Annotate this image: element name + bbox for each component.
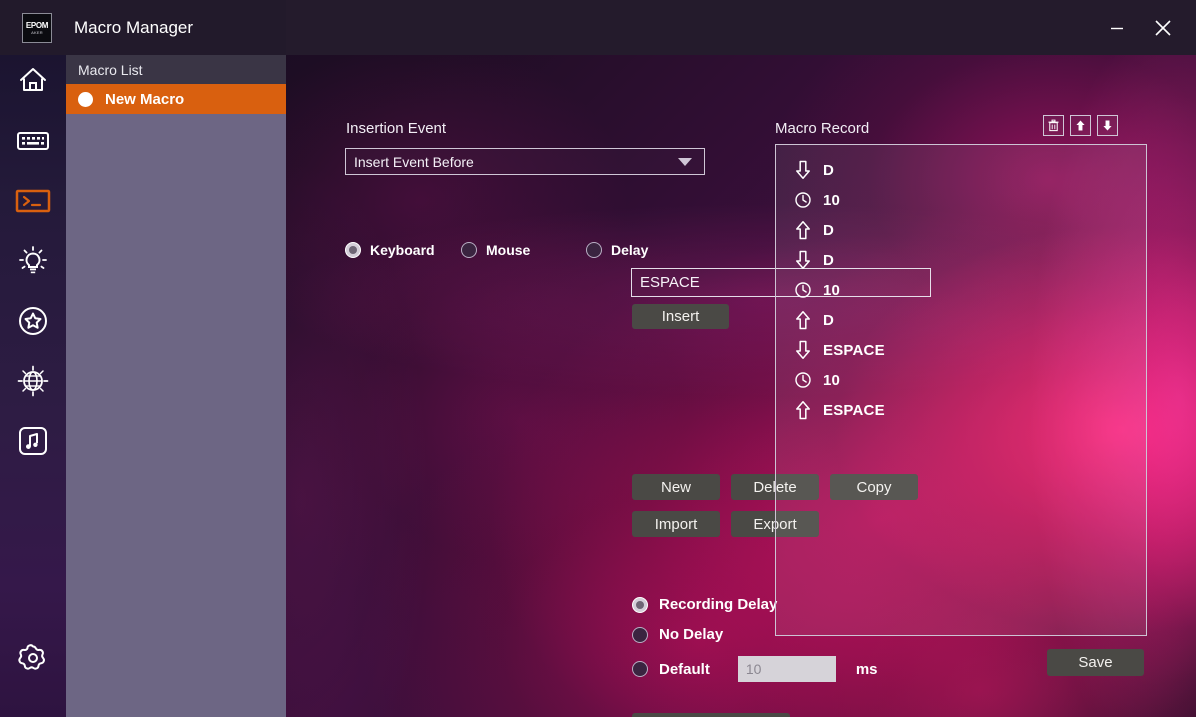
macro-record-toolbar	[1043, 115, 1118, 136]
radio-default-delay-row: Default ms	[632, 656, 878, 682]
default-delay-input[interactable]	[738, 656, 836, 682]
import-button[interactable]: Import	[632, 511, 720, 537]
save-button[interactable]: Save	[1047, 649, 1144, 676]
radio-delay-indicator	[586, 242, 602, 258]
key-up-icon	[793, 400, 813, 420]
macro-list-panel: Macro List New Macro	[66, 55, 286, 717]
macro-record-row-text: 10	[823, 282, 840, 299]
key-up-icon	[793, 310, 813, 330]
macro-manager-window: EPOM AKER Macro Manager	[0, 0, 1196, 717]
macro-record-row[interactable]: D	[776, 305, 1146, 335]
move-down-button[interactable]	[1097, 115, 1118, 136]
sidebar-item-lighting[interactable]	[10, 238, 56, 284]
globe-icon	[16, 364, 50, 398]
record-button[interactable]: Record	[632, 713, 790, 717]
key-down-icon	[793, 340, 813, 360]
keyboard-icon	[16, 128, 50, 154]
macro-record-row-text: D	[823, 162, 834, 179]
radio-mouse-label: Mouse	[486, 242, 530, 258]
title-bar-brand-area: EPOM AKER Macro Manager	[0, 0, 286, 55]
logo-secondary-text: AKER	[31, 30, 43, 35]
music-note-icon	[17, 425, 49, 457]
macro-record-row[interactable]: 10	[776, 275, 1146, 305]
radio-recording-delay-indicator	[632, 597, 648, 613]
macro-record-row[interactable]: 10	[776, 185, 1146, 215]
radio-delay-label: Delay	[611, 242, 648, 258]
record-dot-icon	[78, 92, 93, 107]
terminal-icon	[15, 188, 51, 214]
radio-mouse-indicator	[461, 242, 477, 258]
home-icon	[16, 63, 50, 97]
sidebar-item-music[interactable]	[10, 418, 56, 464]
minimize-icon	[1108, 19, 1126, 37]
sidebar-item-global[interactable]	[10, 358, 56, 404]
clock-icon	[793, 190, 813, 210]
macro-record-row[interactable]: D	[776, 245, 1146, 275]
main-content: Insertion Event Insert Event Before Keyb…	[286, 55, 1196, 717]
arrow-down-icon	[1101, 119, 1114, 132]
key-up-icon	[793, 220, 813, 240]
star-badge-icon	[16, 304, 50, 338]
radio-default-delay-label: Default	[659, 661, 710, 678]
epomaker-logo: EPOM AKER	[22, 13, 52, 43]
macro-record-title: Macro Record	[775, 120, 869, 137]
sidebar-item-settings[interactable]	[10, 635, 56, 681]
macro-record-row-text: D	[823, 312, 834, 329]
lightbulb-icon	[16, 244, 50, 278]
key-down-icon	[793, 160, 813, 180]
radio-delay[interactable]: Delay	[586, 242, 648, 258]
logo-primary-text: EPOM	[26, 21, 48, 30]
radio-recording-delay-label: Recording Delay	[659, 596, 777, 613]
move-up-button[interactable]	[1070, 115, 1091, 136]
macro-record-row[interactable]: ESPACE	[776, 335, 1146, 365]
macro-list-item-new-macro[interactable]: New Macro	[66, 84, 286, 114]
macro-record-row-text: 10	[823, 372, 840, 389]
event-type-radio-group: Keyboard Mouse Delay	[345, 242, 745, 258]
radio-keyboard[interactable]: Keyboard	[345, 242, 461, 258]
clock-icon	[793, 370, 813, 390]
insertion-event-title: Insertion Event	[346, 120, 446, 137]
macro-record-row-text: 10	[823, 192, 840, 209]
macro-record-row[interactable]: 10	[776, 365, 1146, 395]
window-controls	[1098, 0, 1196, 55]
sidebar-item-keyboard[interactable]	[10, 118, 56, 164]
title-bar: EPOM AKER Macro Manager	[0, 0, 1196, 55]
macro-record-row-text: ESPACE	[823, 342, 885, 359]
macro-record-row[interactable]: D	[776, 155, 1146, 185]
close-button[interactable]	[1144, 9, 1182, 47]
radio-keyboard-indicator	[345, 242, 361, 258]
trash-icon	[1047, 119, 1060, 132]
clock-icon	[793, 280, 813, 300]
app-title: Macro Manager	[74, 18, 193, 38]
radio-no-delay-indicator	[632, 627, 648, 643]
macro-record-row-text: ESPACE	[823, 402, 885, 419]
insertion-event-select[interactable]: Insert Event Before	[345, 148, 705, 175]
insertion-event-select-value: Insert Event Before	[354, 154, 678, 170]
macro-record-row[interactable]: D	[776, 215, 1146, 245]
sidebar-item-home[interactable]	[10, 57, 56, 103]
macro-record-row[interactable]: ESPACE	[776, 395, 1146, 425]
radio-keyboard-label: Keyboard	[370, 242, 435, 258]
radio-mouse[interactable]: Mouse	[461, 242, 586, 258]
radio-default-delay-indicator[interactable]	[632, 661, 648, 677]
minimize-button[interactable]	[1098, 9, 1136, 47]
sidebar-item-favorites[interactable]	[10, 298, 56, 344]
macro-record-list[interactable]: D 10 D	[775, 144, 1147, 636]
macro-record-row-text: D	[823, 252, 834, 269]
ms-unit-label: ms	[856, 661, 878, 678]
macro-list-item-label: New Macro	[105, 91, 184, 108]
sidebar-item-macro[interactable]	[10, 178, 56, 224]
macro-record-row-text: D	[823, 222, 834, 239]
radio-no-delay-label: No Delay	[659, 626, 723, 643]
insert-button[interactable]: Insert	[632, 304, 729, 329]
chevron-down-icon	[678, 158, 692, 166]
key-down-icon	[793, 250, 813, 270]
close-icon	[1152, 17, 1174, 39]
delete-event-button[interactable]	[1043, 115, 1064, 136]
macro-list-header: Macro List	[66, 55, 286, 84]
new-button[interactable]: New	[632, 474, 720, 500]
gear-icon	[16, 641, 50, 675]
arrow-up-icon	[1074, 119, 1087, 132]
sidebar-icon-rail	[0, 55, 66, 717]
